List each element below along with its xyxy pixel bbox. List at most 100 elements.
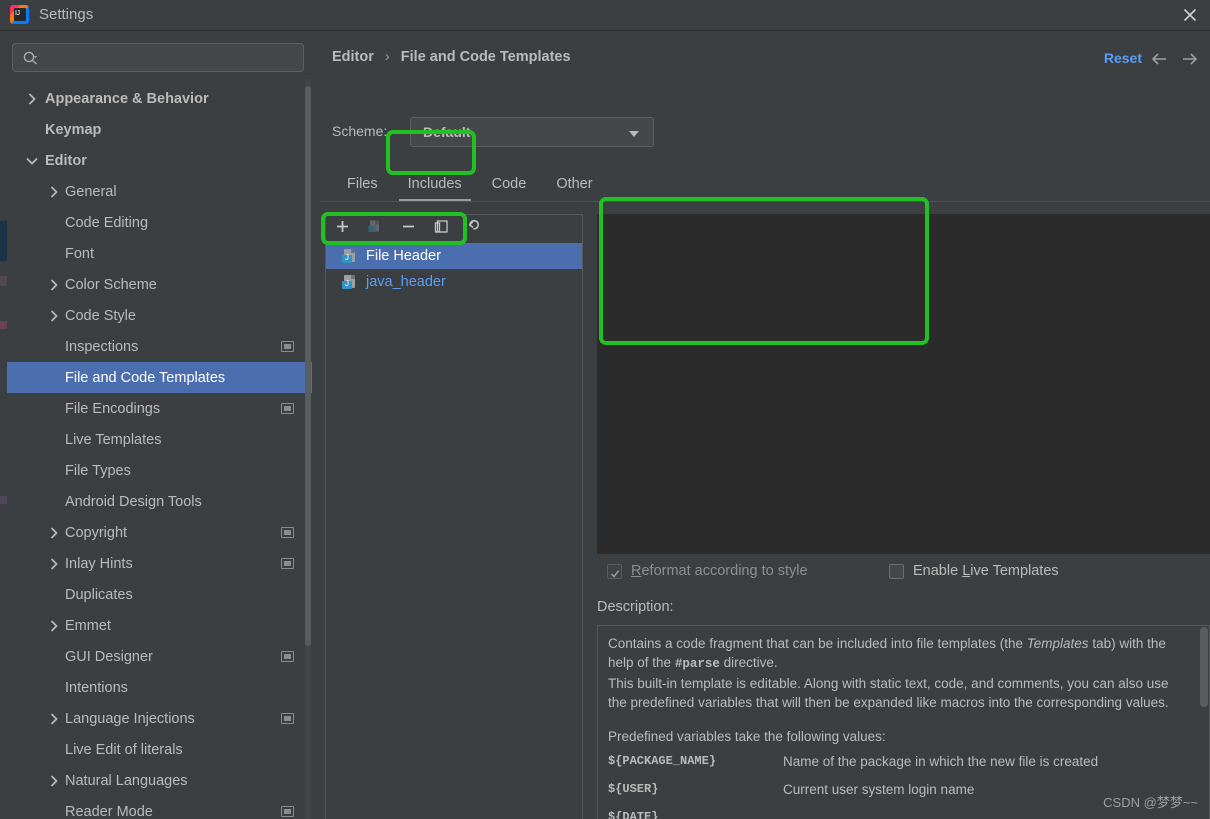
chevron-right-icon[interactable] bbox=[47, 185, 61, 199]
config-badge-icon bbox=[281, 341, 294, 352]
list-item[interactable]: File Header bbox=[326, 243, 582, 269]
reset-template-button[interactable] bbox=[458, 215, 491, 242]
search-box[interactable] bbox=[12, 43, 304, 72]
sidebar-item-file-and-code-templates[interactable]: File and Code Templates bbox=[7, 362, 312, 393]
close-icon[interactable] bbox=[1179, 4, 1201, 26]
chevron-right-icon[interactable] bbox=[47, 526, 61, 540]
chevron-down-icon bbox=[629, 131, 639, 137]
chevron-right-icon[interactable] bbox=[47, 712, 61, 726]
sidebar-item-appearance-behavior[interactable]: Appearance & Behavior bbox=[7, 83, 312, 114]
chevron-right-icon[interactable] bbox=[47, 309, 61, 323]
sidebar-item-label: Copyright bbox=[65, 524, 128, 541]
reset-link[interactable]: Reset bbox=[1104, 50, 1142, 66]
description-scrollbar-thumb[interactable] bbox=[1200, 627, 1208, 707]
reformat-checkbox[interactable]: Reformat according to style bbox=[607, 563, 808, 579]
settings-sidebar: Appearance & Behavior Keymap Editor General… bbox=[7, 31, 312, 819]
breadcrumb: Editor › File and Code Templates bbox=[332, 49, 571, 65]
sidebar-item-label: Keymap bbox=[45, 121, 102, 138]
desc-p1-a: Contains a code fragment that can be inc… bbox=[608, 636, 1027, 651]
checkbox-box bbox=[889, 563, 904, 579]
sidebar-item-general[interactable]: General bbox=[7, 176, 312, 207]
sidebar-item-color-scheme[interactable]: Color Scheme bbox=[7, 269, 312, 300]
panel-splitter[interactable] bbox=[312, 31, 320, 819]
sidebar-item-inlay-hints[interactable]: Inlay Hints bbox=[7, 548, 312, 579]
live-templates-label-post: ive Templates bbox=[970, 563, 1059, 579]
config-badge-icon bbox=[281, 527, 294, 538]
table-row: ${USER} Current user system login name bbox=[608, 776, 1188, 804]
sidebar-item-keymap[interactable]: Keymap bbox=[7, 114, 312, 145]
settings-tree: Appearance & Behavior Keymap Editor General… bbox=[7, 83, 312, 819]
chevron-down-icon[interactable] bbox=[25, 154, 39, 168]
chevron-right-icon[interactable] bbox=[47, 619, 61, 633]
file-copy-icon bbox=[368, 219, 383, 239]
sidebar-item-label: General bbox=[65, 183, 117, 200]
tab-includes[interactable]: Includes bbox=[393, 168, 477, 202]
duplicate-template-button[interactable] bbox=[425, 215, 458, 242]
tab-label: Other bbox=[556, 176, 593, 192]
sidebar-item-label: Color Scheme bbox=[65, 276, 157, 293]
search-icon bbox=[22, 50, 39, 72]
sidebar-item-label: Inspections bbox=[65, 338, 139, 355]
sidebar-scrollbar-thumb[interactable] bbox=[305, 86, 311, 646]
sidebar-item-label: Live Edit of literals bbox=[65, 741, 183, 758]
sidebar-item-file-types[interactable]: File Types bbox=[7, 455, 312, 486]
chevron-right-icon[interactable] bbox=[25, 92, 39, 106]
tab-label: Code bbox=[491, 176, 527, 192]
search-input[interactable] bbox=[47, 44, 297, 71]
background-window-strip bbox=[0, 31, 7, 819]
sidebar-item-code-editing[interactable]: Code Editing bbox=[7, 207, 312, 238]
chevron-right-icon[interactable] bbox=[47, 774, 61, 788]
sidebar-item-inspections[interactable]: Inspections bbox=[7, 331, 312, 362]
template-category-tabs: Files Includes Code Other bbox=[332, 168, 608, 202]
sidebar-item-label: Code Editing bbox=[65, 214, 149, 231]
sidebar-item-natural-languages[interactable]: Natural Languages bbox=[7, 765, 312, 796]
settings-content-pane: Editor › File and Code Templates Reset S… bbox=[320, 31, 1210, 819]
chevron-right-icon[interactable] bbox=[47, 278, 61, 292]
sidebar-item-code-style[interactable]: Code Style bbox=[7, 300, 312, 331]
plus-icon bbox=[335, 219, 350, 239]
list-item[interactable]: java_header bbox=[326, 269, 582, 295]
sidebar-item-intentions[interactable]: Intentions bbox=[7, 672, 312, 703]
sidebar-item-label: Code Style bbox=[65, 307, 136, 324]
editor-scrollbar[interactable] bbox=[1200, 214, 1210, 554]
tab-other[interactable]: Other bbox=[541, 168, 607, 202]
tab-code[interactable]: Code bbox=[477, 168, 542, 202]
desc-p1-c: directive. bbox=[719, 655, 778, 670]
breadcrumb-parent[interactable]: Editor bbox=[332, 49, 374, 65]
navigation-arrows bbox=[1149, 49, 1205, 69]
live-templates-checkbox[interactable]: Enable Live Templates bbox=[889, 563, 1059, 579]
sidebar-item-duplicates[interactable]: Duplicates bbox=[7, 579, 312, 610]
arrow-left-icon[interactable] bbox=[1149, 49, 1171, 74]
sidebar-item-android-design-tools[interactable]: Android Design Tools bbox=[7, 486, 312, 517]
sidebar-item-label: Android Design Tools bbox=[65, 493, 202, 510]
search-field-wrapper bbox=[12, 43, 304, 72]
sidebar-item-label: File Types bbox=[65, 462, 131, 479]
sidebar-item-file-encodings[interactable]: File Encodings bbox=[7, 393, 312, 424]
sidebar-item-language-injections[interactable]: Language Injections bbox=[7, 703, 312, 734]
variable-name: ${PACKAGE_NAME} bbox=[608, 754, 717, 768]
template-list-toolbar bbox=[326, 215, 582, 242]
template-options: Reformat according to style Enable Live … bbox=[597, 557, 1210, 593]
remove-template-button[interactable] bbox=[392, 215, 425, 242]
sidebar-item-live-templates[interactable]: Live Templates bbox=[7, 424, 312, 455]
sidebar-item-label: Font bbox=[65, 245, 95, 262]
sidebar-item-label: Natural Languages bbox=[65, 772, 188, 789]
description-paragraph-2: This built-in template is editable. Alon… bbox=[608, 676, 1169, 710]
scheme-dropdown[interactable]: Default bbox=[410, 117, 654, 147]
chevron-right-icon[interactable] bbox=[47, 557, 61, 571]
sidebar-item-reader-mode[interactable]: Reader Mode bbox=[7, 796, 312, 819]
tab-files[interactable]: Files bbox=[332, 168, 393, 202]
sidebar-item-live-edit-of-literals[interactable]: Live Edit of literals bbox=[7, 734, 312, 765]
sidebar-item-font[interactable]: Font bbox=[7, 238, 312, 269]
sidebar-item-copyright[interactable]: Copyright bbox=[7, 517, 312, 548]
sidebar-item-label: Appearance & Behavior bbox=[45, 90, 209, 107]
minus-icon bbox=[401, 219, 416, 239]
arrow-right-icon[interactable] bbox=[1179, 49, 1201, 74]
title-bar: Settings bbox=[0, 0, 1210, 30]
desc-p1-mono: #parse bbox=[674, 657, 720, 671]
sidebar-item-emmet[interactable]: Emmet bbox=[7, 610, 312, 641]
sidebar-item-editor[interactable]: Editor bbox=[7, 145, 312, 176]
template-editor[interactable] bbox=[597, 214, 1210, 554]
add-template-button[interactable] bbox=[326, 215, 359, 242]
sidebar-item-gui-designer[interactable]: GUI Designer bbox=[7, 641, 312, 672]
